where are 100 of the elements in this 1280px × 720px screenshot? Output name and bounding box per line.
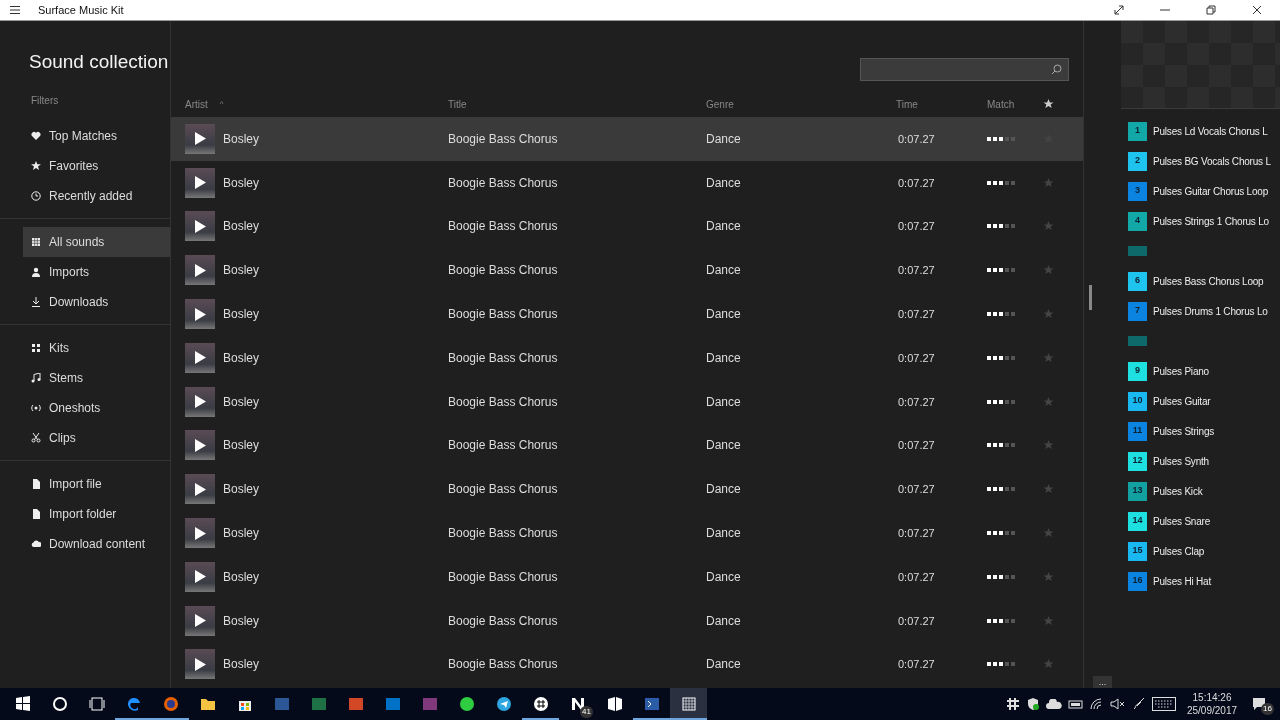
play-icon[interactable]: [194, 263, 206, 277]
pad-label[interactable]: Pulses Synth: [1153, 453, 1209, 469]
column-header[interactable]: Title: [448, 96, 467, 112]
column-header[interactable]: Time: [896, 96, 918, 112]
play-icon[interactable]: [194, 526, 206, 540]
sidebar-item[interactable]: Stems: [23, 363, 170, 393]
more-button[interactable]: ...: [1093, 676, 1112, 688]
table-row[interactable]: Bosley Boogie Bass Chorus Dance 0:07.27: [171, 423, 1083, 468]
table-row[interactable]: Bosley Boogie Bass Chorus Dance 0:07.27: [171, 336, 1083, 380]
play-icon[interactable]: [194, 395, 206, 409]
pad-number[interactable]: 6: [1128, 271, 1147, 291]
sidebar-item[interactable]: Imports: [23, 257, 170, 287]
column-header[interactable]: Artist: [185, 96, 208, 112]
star-icon[interactable]: [1043, 352, 1054, 363]
pen-icon[interactable]: [1132, 697, 1146, 711]
column-header[interactable]: Genre: [706, 96, 734, 112]
search-field[interactable]: [860, 58, 1069, 81]
menu-icon[interactable]: [10, 6, 20, 14]
table-row[interactable]: Bosley Boogie Bass Chorus Dance 0:07.27: [171, 292, 1083, 336]
pad-number[interactable]: 9: [1128, 361, 1147, 381]
star-icon[interactable]: [1043, 440, 1054, 451]
table-row[interactable]: Bosley Boogie Bass Chorus Dance 0:07.27: [171, 117, 1083, 161]
star-icon[interactable]: [1043, 177, 1054, 188]
table-row[interactable]: Bosley Boogie Bass Chorus Dance 0:07.27: [171, 554, 1083, 599]
star-icon[interactable]: [1043, 265, 1054, 276]
pad-number[interactable]: 1: [1128, 121, 1147, 141]
sidebar-item[interactable]: Recently added: [23, 181, 170, 211]
pad-number[interactable]: 11: [1128, 421, 1147, 441]
table-row[interactable]: Bosley Boogie Bass Chorus Dance 0:07.27: [171, 598, 1083, 643]
sidebar-item[interactable]: Kits: [23, 333, 170, 363]
pad-number[interactable]: 16: [1128, 571, 1147, 591]
battery-icon[interactable]: [1068, 699, 1084, 709]
star-icon[interactable]: [1043, 659, 1054, 670]
shield-icon[interactable]: [1026, 697, 1040, 711]
star-icon[interactable]: [1043, 99, 1054, 109]
pad-label[interactable]: Pulses Strings 1 Chorus Lo: [1153, 213, 1269, 229]
taskbar-button[interactable]: [670, 688, 707, 720]
keyboard-icon[interactable]: [1152, 697, 1176, 711]
play-icon[interactable]: [194, 482, 206, 496]
sidebar-item[interactable]: Import folder: [23, 499, 170, 529]
pad-label[interactable]: Pulses Clap: [1153, 543, 1205, 559]
play-icon[interactable]: [194, 220, 206, 233]
table-row[interactable]: Bosley Boogie Bass Chorus Dance 0:07.27: [171, 248, 1083, 293]
pad-label[interactable]: Pulses Guitar Chorus Loop: [1153, 183, 1269, 199]
play-icon[interactable]: [194, 570, 206, 584]
scrollbar-thumb[interactable]: [1089, 285, 1092, 310]
star-icon[interactable]: [1043, 484, 1054, 495]
play-icon[interactable]: [194, 132, 206, 146]
pad-number[interactable]: 15: [1128, 541, 1147, 561]
search-icon[interactable]: [1051, 64, 1062, 75]
table-row[interactable]: Bosley Boogie Bass Chorus Dance 0:07.27: [171, 379, 1083, 424]
sidebar-item[interactable]: Downloads: [23, 287, 170, 317]
sidebar-item[interactable]: All sounds: [23, 227, 170, 257]
play-icon[interactable]: [194, 438, 206, 452]
table-row[interactable]: Bosley Boogie Bass Chorus Dance 0:07.27: [171, 642, 1083, 687]
pad-label[interactable]: Pulses Hi Hat: [1153, 573, 1211, 589]
table-row[interactable]: Bosley Boogie Bass Chorus Dance 0:07.27: [171, 204, 1083, 249]
pad-label[interactable]: Pulses Piano: [1153, 363, 1209, 379]
star-icon[interactable]: [1043, 221, 1054, 232]
sidebar-item[interactable]: Favorites: [23, 151, 170, 181]
sidebar-item[interactable]: Oneshots: [23, 393, 170, 423]
play-icon[interactable]: [194, 657, 206, 671]
star-icon[interactable]: [1043, 528, 1054, 539]
pad-number[interactable]: 4: [1128, 211, 1147, 231]
pad-label[interactable]: Pulses Bass Chorus Loop: [1153, 273, 1264, 289]
play-icon[interactable]: [194, 176, 206, 190]
sort-indicator[interactable]: ^: [219, 98, 224, 110]
taskbar-button[interactable]: 41: [559, 688, 596, 720]
pad-label[interactable]: Pulses Strings: [1153, 423, 1215, 439]
star-icon[interactable]: [1043, 615, 1054, 626]
sidebar-item[interactable]: Download content: [23, 529, 170, 559]
sidebar-item[interactable]: Top Matches: [23, 121, 170, 151]
pad-number[interactable]: 14: [1128, 511, 1147, 531]
pad-number[interactable]: 7: [1128, 301, 1147, 321]
table-row[interactable]: Bosley Boogie Bass Chorus Dance 0:07.27: [171, 511, 1083, 555]
play-icon[interactable]: [194, 351, 206, 365]
cloud-icon[interactable]: [1046, 699, 1062, 709]
table-row[interactable]: Bosley Boogie Bass Chorus Dance 0:07.27: [171, 160, 1083, 205]
table-row[interactable]: Bosley Boogie Bass Chorus Dance 0:07.27: [171, 467, 1083, 512]
column-header[interactable]: Match: [987, 96, 1015, 112]
muted-speaker-icon[interactable]: [1110, 698, 1126, 710]
play-icon[interactable]: [194, 614, 206, 628]
pad-number[interactable]: 2: [1128, 151, 1147, 171]
sidebar-item[interactable]: Import file: [23, 469, 170, 499]
pad-number[interactable]: 13: [1128, 481, 1147, 501]
sidebar-item[interactable]: Clips: [23, 423, 170, 453]
star-icon[interactable]: [1043, 396, 1054, 407]
pad-label[interactable]: Pulses Guitar: [1153, 393, 1211, 409]
pad-number[interactable]: 10: [1128, 391, 1147, 411]
star-icon[interactable]: [1043, 309, 1054, 320]
pad-label[interactable]: Pulses Kick: [1153, 483, 1203, 499]
pad-label[interactable]: Pulses Snare: [1153, 513, 1211, 529]
wifi-icon[interactable]: [1090, 698, 1104, 710]
pad-label[interactable]: Pulses Ld Vocals Chorus L: [1153, 123, 1268, 139]
pad-number[interactable]: 12: [1128, 451, 1147, 471]
pad-label[interactable]: Pulses BG Vocals Chorus L: [1153, 153, 1271, 169]
play-icon[interactable]: [194, 307, 206, 321]
pad-label[interactable]: Pulses Drums 1 Chorus Lo: [1153, 303, 1268, 319]
pad-number[interactable]: 3: [1128, 181, 1147, 201]
star-icon[interactable]: [1043, 571, 1054, 582]
